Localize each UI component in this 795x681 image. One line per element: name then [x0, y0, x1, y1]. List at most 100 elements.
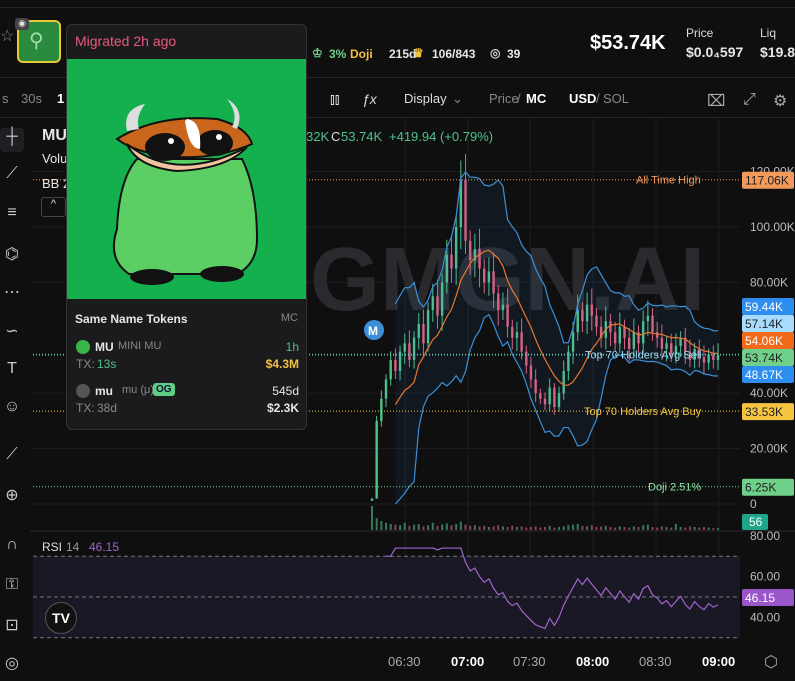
- volume-bar: [693, 527, 696, 530]
- volume-bar: [609, 527, 612, 530]
- tradingview-logo[interactable]: TV: [45, 602, 77, 634]
- same-name-token-row[interactable]: mu mu (μ) OG 545d TX: 38d $2.3K: [67, 377, 306, 417]
- volume-bar: [665, 527, 668, 530]
- token-mascot-image: [113, 99, 259, 285]
- tx-label: TX:: [76, 357, 95, 371]
- legend-symbol: MU: [42, 127, 67, 144]
- volume-bar: [553, 527, 556, 530]
- volume-bar: [408, 525, 411, 530]
- volume-bar: [646, 524, 649, 530]
- ath-label: All Time High: [636, 175, 701, 187]
- top-nav-bar: [0, 0, 795, 8]
- migrated-status: Migrated 2h ago: [75, 33, 177, 49]
- doji-label: Doji 2.51%: [648, 482, 701, 494]
- price-axis-tick: 0: [750, 497, 757, 511]
- bb-fill: [395, 172, 718, 504]
- token-image: [67, 59, 306, 299]
- volume-bar: [586, 526, 589, 530]
- doji-value: 6.25K: [745, 481, 776, 495]
- token-thumbnail: [76, 384, 90, 398]
- price-axis-tick: 80.00K: [750, 275, 788, 289]
- volume-bar: [441, 524, 444, 530]
- fullscreen-icon[interactable]: ⤢: [743, 91, 756, 109]
- last-price-value: 53.74K: [745, 351, 783, 365]
- price-value: $0.0₄597: [686, 44, 744, 60]
- price-axis-tick: 40.00K: [750, 386, 788, 400]
- interval-30s[interactable]: 30s: [21, 91, 42, 106]
- interval-s[interactable]: s: [2, 91, 9, 106]
- volume-bar: [717, 528, 719, 530]
- volume-bar: [595, 527, 598, 530]
- chevron-down-icon: ⌄: [452, 91, 463, 106]
- volume-bar: [436, 525, 439, 530]
- volume-bar: [371, 506, 373, 530]
- volume-bar: [459, 521, 462, 530]
- volume-bar: [375, 518, 378, 530]
- volume-bar: [445, 523, 448, 530]
- legend-close: 53.74K: [341, 129, 383, 144]
- rsi-value: 46.15: [89, 540, 120, 554]
- toggle-mc[interactable]: MC: [526, 91, 546, 106]
- toggle-usd[interactable]: USD: [569, 91, 596, 106]
- time-axis-settings-icon[interactable]: ⬡: [764, 652, 778, 672]
- avg-sell-value: 54.06K: [745, 334, 783, 348]
- volume-bar: [469, 525, 472, 530]
- volume-bar: [688, 526, 691, 530]
- candle-type-icon[interactable]: ⫾⫾: [330, 91, 340, 108]
- volume-bar: [534, 526, 537, 530]
- volume-bar: [679, 527, 682, 530]
- rsi-label: RSI: [42, 540, 63, 554]
- camera-icon[interactable]: ⌧: [707, 91, 725, 111]
- volume-bar: [473, 525, 476, 530]
- eye-icon[interactable]: ◉: [15, 18, 29, 30]
- time-axis-tick: 09:00: [702, 654, 735, 669]
- toggle-sol[interactable]: SOL: [603, 91, 629, 106]
- token-mc: $2.3K: [266, 401, 299, 415]
- indicators-fx-icon[interactable]: ƒx: [362, 91, 377, 107]
- volume-bar: [539, 527, 542, 530]
- time-axis-tick: 07:30: [513, 654, 546, 669]
- display-dropdown[interactable]: Display: [404, 91, 447, 106]
- same-name-token-row[interactable]: MU MINI MU 1h TX: 13s $4.3M: [67, 333, 306, 373]
- volume-bar: [698, 527, 701, 530]
- migration-marker-label: M: [368, 324, 378, 338]
- volume-bar: [707, 527, 710, 530]
- doji-icon: ♔: [312, 46, 323, 60]
- volume-bar: [702, 527, 705, 530]
- legend-close-label: C: [331, 129, 341, 144]
- eye-icon: ◎: [490, 46, 501, 60]
- bb-lower-value: 48.67K: [745, 368, 783, 382]
- volume-bar: [487, 527, 490, 530]
- interval-1m[interactable]: 1: [57, 91, 64, 106]
- volume-bar: [525, 527, 528, 530]
- volume-bar: [548, 525, 551, 530]
- settings-gear-icon[interactable]: ⚙: [773, 91, 787, 111]
- favorite-star-icon[interactable]: ☆: [0, 26, 14, 46]
- time-axis-tick: 08:00: [576, 654, 609, 669]
- legend-low: 32K: [306, 129, 330, 144]
- token-age: 1h: [285, 340, 299, 354]
- legend-volume: Volu: [42, 151, 68, 166]
- market-cap: $53.74K: [590, 32, 666, 54]
- volume-bar: [450, 525, 453, 530]
- volume-bar: [520, 526, 523, 530]
- toggle-price[interactable]: Price: [489, 91, 519, 106]
- volume-bar: [483, 525, 486, 530]
- collapse-legend-button[interactable]: ^: [41, 197, 66, 217]
- volume-bar: [632, 526, 635, 530]
- volume-bar: [389, 524, 392, 530]
- volume-bar: [497, 525, 500, 530]
- volume-bar: [660, 526, 663, 530]
- candle: [370, 498, 374, 501]
- volume-bar: [431, 522, 434, 530]
- volume-bar: [628, 527, 631, 530]
- time-axis-tick: 06:30: [388, 654, 421, 669]
- mc-column-header: MC: [280, 312, 298, 324]
- liquidity-label: Liq: [760, 26, 777, 40]
- volume-bar: [478, 526, 481, 530]
- bb-upper-value: 59.44K: [745, 300, 783, 314]
- volume-bar: [544, 527, 546, 530]
- volume-bar: [558, 527, 561, 530]
- volume-bar: [600, 526, 603, 530]
- volume-bar: [656, 527, 659, 530]
